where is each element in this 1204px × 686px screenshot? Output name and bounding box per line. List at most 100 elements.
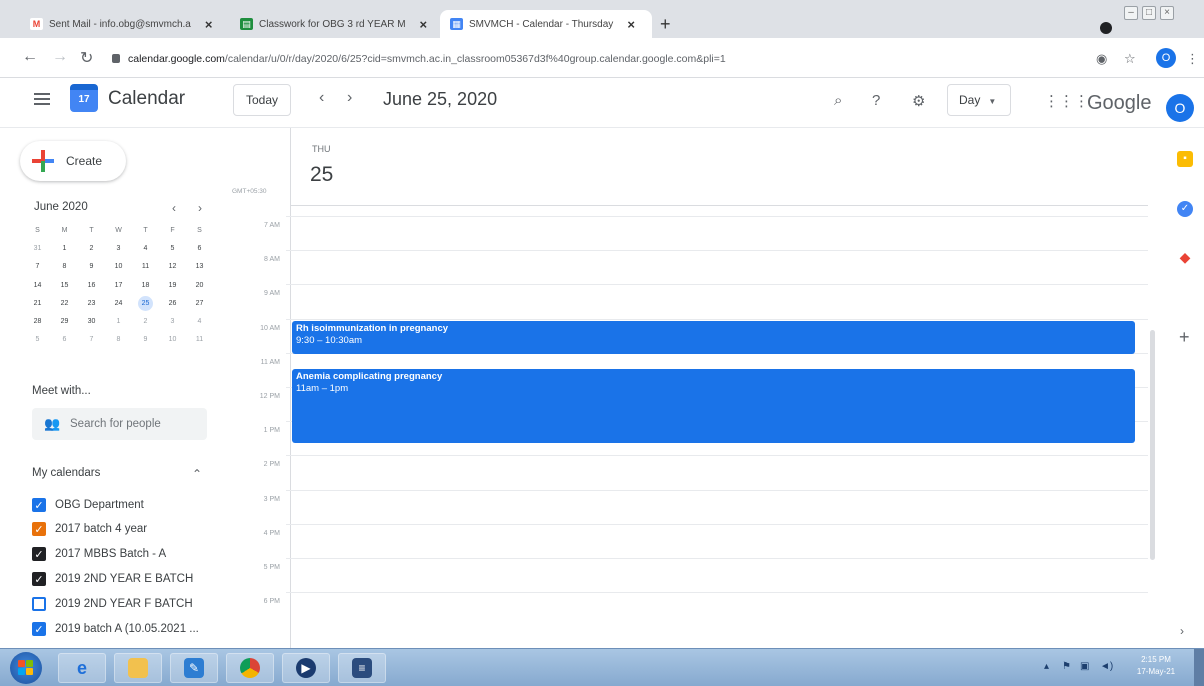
account-avatar[interactable]: O xyxy=(1166,94,1194,122)
mini-day[interactable]: 31 xyxy=(24,240,51,258)
main-menu-icon[interactable] xyxy=(34,93,50,105)
browser-profile-icon[interactable] xyxy=(1100,22,1112,34)
calendar-item[interactable]: ✓ 2019 2ND YEAR E BATCH xyxy=(32,570,193,588)
event-rh-isoimmunization[interactable]: Rh isoimmunization in pregnancy 9:30 – 1… xyxy=(292,321,1135,354)
mini-day[interactable]: 4 xyxy=(132,240,159,258)
today-button[interactable]: Today xyxy=(233,84,291,116)
mini-day[interactable]: 20 xyxy=(186,277,213,295)
calendar-item[interactable]: ✓ 2019 batch A (10.05.2021 ... xyxy=(32,620,199,638)
mini-day[interactable]: 2 xyxy=(132,313,159,331)
back-arrow-icon[interactable]: ← xyxy=(22,48,38,66)
mini-day[interactable]: 10 xyxy=(159,331,186,349)
apps-grid-icon[interactable]: ⋮⋮⋮ xyxy=(1044,92,1089,110)
event-anemia-pregnancy[interactable]: Anemia complicating pregnancy 11am – 1pm xyxy=(292,369,1135,443)
chevron-right-icon[interactable]: › xyxy=(1180,624,1184,638)
tasks-icon[interactable]: ✓ xyxy=(1177,201,1193,217)
tab-classwork[interactable]: ▤ Classwork for OBG 3 rd YEAR M × xyxy=(230,10,440,38)
mini-day[interactable]: 25 xyxy=(132,295,159,313)
taskbar-chrome[interactable] xyxy=(226,653,274,683)
close-icon[interactable]: × xyxy=(627,17,635,32)
mini-day[interactable]: 6 xyxy=(186,240,213,258)
taskbar-paint[interactable]: ✎ xyxy=(170,653,218,683)
mini-day[interactable]: 9 xyxy=(132,331,159,349)
mini-day[interactable]: 19 xyxy=(159,277,186,295)
view-selector[interactable]: Day ▼ xyxy=(947,84,1011,116)
volume-icon[interactable]: ◄) xyxy=(1100,661,1113,672)
mini-day[interactable]: 30 xyxy=(78,313,105,331)
checkbox-checked-icon[interactable]: ✓ xyxy=(32,572,46,586)
mini-day[interactable]: 27 xyxy=(186,295,213,313)
mini-day[interactable]: 11 xyxy=(186,331,213,349)
create-button[interactable]: Create xyxy=(20,141,126,181)
mini-prev-month-icon[interactable]: ‹ xyxy=(172,201,176,215)
taskbar-explorer[interactable] xyxy=(114,653,162,683)
mini-day[interactable]: 13 xyxy=(186,258,213,276)
mini-day[interactable]: 22 xyxy=(51,295,78,313)
taskbar-clock[interactable]: 2:15 PM 17-May-21 xyxy=(1128,654,1184,678)
mini-day[interactable]: 29 xyxy=(51,313,78,331)
help-icon[interactable]: ? xyxy=(872,92,880,109)
mini-day[interactable]: 10 xyxy=(105,258,132,276)
mini-day[interactable]: 2 xyxy=(78,240,105,258)
day-number[interactable]: 25 xyxy=(310,163,333,187)
checkbox-checked-icon[interactable]: ✓ xyxy=(32,622,46,636)
calendar-item[interactable]: ✓ 2017 batch 4 year xyxy=(32,520,147,538)
close-window-button[interactable]: × xyxy=(1160,6,1174,20)
forward-arrow-icon[interactable]: → xyxy=(52,48,68,66)
maps-pin-icon[interactable]: ◆ xyxy=(1177,249,1193,265)
mini-day[interactable]: 6 xyxy=(51,331,78,349)
mini-day[interactable]: 21 xyxy=(24,295,51,313)
mini-day[interactable]: 28 xyxy=(24,313,51,331)
checkbox-checked-icon[interactable]: ✓ xyxy=(32,547,46,561)
mini-day[interactable]: 3 xyxy=(105,240,132,258)
mini-day[interactable]: 8 xyxy=(105,331,132,349)
close-icon[interactable]: × xyxy=(205,17,213,32)
start-button[interactable] xyxy=(10,652,42,684)
mini-day[interactable]: 15 xyxy=(51,277,78,295)
mini-day[interactable]: 1 xyxy=(51,240,78,258)
taskbar-app[interactable]: ≡ xyxy=(338,653,386,683)
previous-day-icon[interactable]: ‹ xyxy=(319,89,324,107)
reload-icon[interactable]: ↻ xyxy=(80,48,93,68)
mini-day[interactable]: 7 xyxy=(24,258,51,276)
chevron-up-icon[interactable]: ⌃ xyxy=(192,467,202,481)
minimize-button[interactable]: – xyxy=(1124,6,1138,20)
mini-day[interactable]: 14 xyxy=(24,277,51,295)
mini-day[interactable]: 1 xyxy=(105,313,132,331)
browser-menu-icon[interactable]: ⋮ xyxy=(1186,51,1199,67)
mini-day[interactable]: 9 xyxy=(78,258,105,276)
checkbox-checked-icon[interactable]: ✓ xyxy=(32,522,46,536)
mini-day[interactable]: 3 xyxy=(159,313,186,331)
extension-icon[interactable]: ◉ xyxy=(1096,51,1107,67)
new-tab-button[interactable]: + xyxy=(660,14,671,35)
mini-day[interactable]: 4 xyxy=(186,313,213,331)
mini-day[interactable]: 17 xyxy=(105,277,132,295)
taskbar-media-player[interactable]: ▶ xyxy=(282,653,330,683)
mini-day[interactable]: 5 xyxy=(24,331,51,349)
checkbox-checked-icon[interactable]: ✓ xyxy=(32,498,46,512)
next-day-icon[interactable]: › xyxy=(347,89,352,107)
search-people-input[interactable]: 👥 Search for people xyxy=(32,408,207,440)
keep-icon[interactable]: ▪ xyxy=(1177,151,1193,167)
mini-day[interactable]: 26 xyxy=(159,295,186,313)
action-center-flag-icon[interactable]: ⚑ xyxy=(1062,661,1071,672)
mini-day[interactable]: 23 xyxy=(78,295,105,313)
mini-next-month-icon[interactable]: › xyxy=(198,201,202,215)
browser-avatar[interactable]: O xyxy=(1156,48,1176,68)
close-icon[interactable]: × xyxy=(420,17,428,32)
show-desktop-button[interactable] xyxy=(1194,649,1204,686)
scrollbar[interactable] xyxy=(1150,330,1155,560)
calendar-item[interactable]: ✓ OBG Department xyxy=(32,496,144,514)
settings-gear-icon[interactable]: ⚙ xyxy=(912,92,925,110)
maximize-button[interactable]: □ xyxy=(1142,6,1156,20)
tab-sent-mail[interactable]: M Sent Mail - info.obg@smvmch.a × xyxy=(20,10,230,38)
calendar-item[interactable]: 2019 2ND YEAR F BATCH xyxy=(32,595,193,613)
calendar-item[interactable]: ✓ 2017 MBBS Batch - A xyxy=(32,545,166,563)
mini-day[interactable]: 8 xyxy=(51,258,78,276)
tray-expand-icon[interactable]: ▴ xyxy=(1044,661,1049,672)
taskbar-ie[interactable]: e xyxy=(58,653,106,683)
search-icon[interactable]: ⌕ xyxy=(834,92,842,109)
url-field[interactable]: calendar.google.com/calendar/u/0/r/day/2… xyxy=(112,48,1072,70)
add-addon-icon[interactable]: + xyxy=(1179,327,1190,348)
mini-day[interactable]: 12 xyxy=(159,258,186,276)
